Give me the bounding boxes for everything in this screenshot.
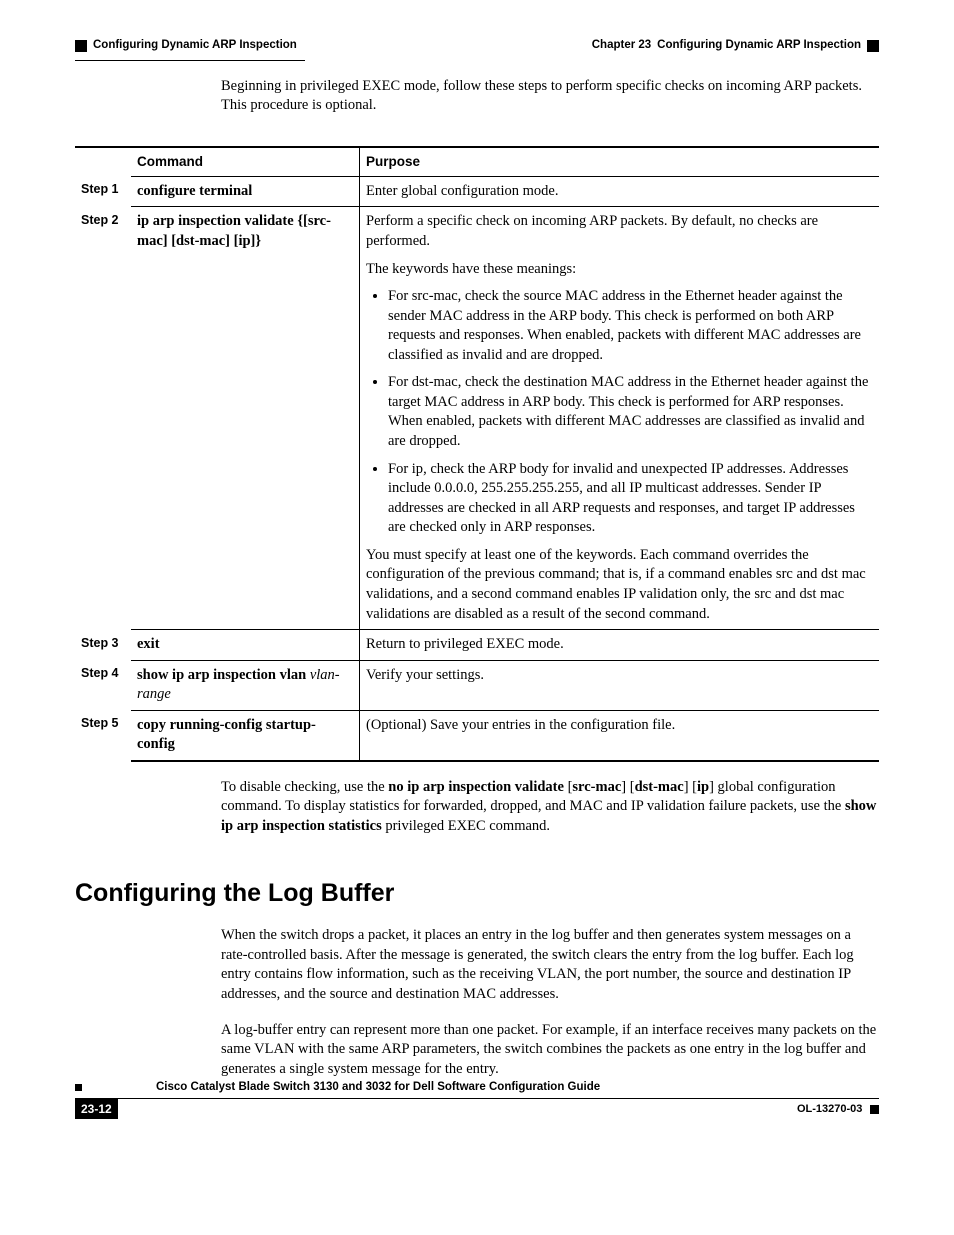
steps-table: Command Purpose Step 1 configure termina…	[75, 146, 879, 762]
running-header: Configuring Dynamic ARP Inspection Chapt…	[75, 38, 879, 54]
trailer-paragraph: You must specify at least one of the key…	[366, 546, 873, 624]
command-cell: exit	[131, 630, 360, 661]
purpose-cell: Verify your settings.	[360, 660, 880, 710]
table-row: Step 5 copy running-config startup-confi…	[75, 710, 879, 761]
purpose-cell: Enter global configuration mode.	[360, 176, 880, 207]
command-cell: configure terminal	[131, 176, 360, 207]
command-cell: ip arp inspection validate {[src-mac] [d…	[131, 207, 360, 630]
list-item: For dst-mac, check the destination MAC a…	[388, 373, 873, 451]
purpose-cell: (Optional) Save your entries in the conf…	[360, 710, 880, 761]
table-row: Step 1 configure terminal Enter global c…	[75, 176, 879, 207]
section-paragraph: A log-buffer entry can represent more th…	[221, 1021, 879, 1080]
step-label: Step 5	[75, 710, 131, 761]
col-header-command: Command	[131, 147, 360, 177]
step-label: Step 3	[75, 630, 131, 661]
list-item: For ip, check the ARP body for invalid a…	[388, 460, 873, 538]
table-row: Step 2 ip arp inspection validate {[src-…	[75, 207, 879, 630]
chapter-title: Configuring Dynamic ARP Inspection	[657, 38, 861, 54]
command-cell: show ip arp inspection vlan vlan-range	[131, 660, 360, 710]
header-marker-icon	[867, 40, 879, 52]
page-footer: Cisco Catalyst Blade Switch 3130 and 303…	[75, 1080, 879, 1120]
step-label: Step 2	[75, 207, 131, 630]
step-label: Step 1	[75, 176, 131, 207]
footer-guide-title: Cisco Catalyst Blade Switch 3130 and 303…	[156, 1080, 600, 1096]
footer-marker-icon	[870, 1105, 879, 1114]
purpose-cell: Perform a specific check on incoming ARP…	[360, 207, 880, 630]
list-item: For src-mac, check the source MAC addres…	[388, 287, 873, 365]
step-label: Step 4	[75, 660, 131, 710]
col-header-purpose: Purpose	[360, 147, 880, 177]
table-row: Step 3 exit Return to privileged EXEC mo…	[75, 630, 879, 661]
purpose-cell: Return to privileged EXEC mode.	[360, 630, 880, 661]
header-marker-icon	[75, 40, 87, 52]
keyword-list: For src-mac, check the source MAC addres…	[366, 287, 873, 538]
doc-id: OL-13270-03	[797, 1103, 862, 1115]
section-paragraph: When the switch drops a packet, it place…	[221, 926, 879, 1004]
section-heading: Configuring the Log Buffer	[75, 877, 879, 911]
command-cell: copy running-config startup-config	[131, 710, 360, 761]
document-page: Configuring Dynamic ARP Inspection Chapt…	[0, 0, 954, 1155]
section-title: Configuring Dynamic ARP Inspection	[93, 38, 297, 54]
footer-marker-icon	[75, 1084, 82, 1091]
page-number-badge: 23-12	[75, 1099, 118, 1119]
intro-paragraph: Beginning in privileged EXEC mode, follo…	[221, 77, 879, 116]
table-row: Step 4 show ip arp inspection vlan vlan-…	[75, 660, 879, 710]
chapter-number: Chapter 23	[592, 38, 651, 54]
header-rule	[75, 60, 305, 61]
after-table-paragraph: To disable checking, use the no ip arp i…	[221, 778, 879, 837]
